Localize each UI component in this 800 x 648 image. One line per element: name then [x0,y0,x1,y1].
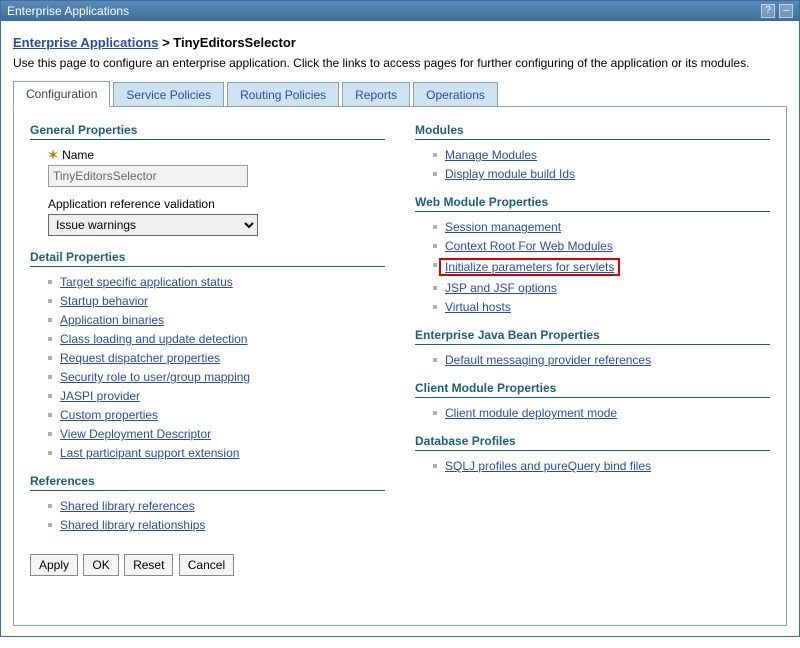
list-item: Startup behavior [48,294,385,308]
tab-routing-policies[interactable]: Routing Policies [227,82,339,107]
section-client-module-properties: Client Module Properties [415,381,770,398]
list-item: Context Root For Web Modules [433,239,770,253]
minimize-icon[interactable]: – [779,4,793,18]
list-item: Virtual hosts [433,300,770,314]
tab-reports[interactable]: Reports [342,82,410,107]
reset-button[interactable]: Reset [124,554,173,576]
button-row: Apply OK Reset Cancel [30,554,385,576]
web-module-properties-list: Session management Context Root For Web … [433,220,770,314]
list-item: JASPI provider [48,389,385,403]
link-jaspi-provider[interactable]: JASPI provider [60,389,140,403]
help-icon[interactable]: ? [761,4,775,18]
list-item: Class loading and update detection [48,332,385,346]
link-display-module-build-ids[interactable]: Display module build Ids [445,167,575,181]
list-item: Initialize parameters for servlets [433,258,770,276]
list-item: Last participant support extension [48,446,385,460]
link-startup-behavior[interactable]: Startup behavior [60,294,148,308]
link-request-dispatcher[interactable]: Request dispatcher properties [60,351,220,365]
detail-properties-list: Target specific application status Start… [48,275,385,460]
tab-bar: Configuration Service Policies Routing P… [13,80,787,106]
client-module-properties-list: Client module deployment mode [433,406,770,420]
link-shared-library-references[interactable]: Shared library references [60,499,195,513]
section-web-module-properties: Web Module Properties [415,195,770,212]
list-item: Shared library references [48,499,385,513]
validation-field-label: Application reference validation [48,197,385,211]
link-jsp-jsf-options[interactable]: JSP and JSF options [445,281,557,295]
name-input[interactable] [48,165,248,187]
page-description: Use this page to configure an enterprise… [13,56,787,70]
list-item: Session management [433,220,770,234]
section-general-properties: General Properties [30,123,385,140]
list-item: Display module build Ids [433,167,770,181]
breadcrumb-separator: > [162,35,170,50]
tab-configuration[interactable]: Configuration [13,81,110,107]
references-list: Shared library references Shared library… [48,499,385,532]
titlebar: Enterprise Applications ? – [1,1,799,21]
list-item: Application binaries [48,313,385,327]
highlighted-link-box: Initialize parameters for servlets [439,258,620,276]
tab-panel-configuration: General Properties ✶Name Application ref… [13,106,787,626]
list-item: Shared library relationships [48,518,385,532]
section-ejb-properties: Enterprise Java Bean Properties [415,328,770,345]
validation-select[interactable]: Issue warnings [48,214,258,236]
app-window: Enterprise Applications ? – Enterprise A… [0,0,800,637]
modules-list: Manage Modules Display module build Ids [433,148,770,181]
link-target-specific-status[interactable]: Target specific application status [60,275,233,289]
tab-operations[interactable]: Operations [413,82,498,107]
list-item: Client module deployment mode [433,406,770,420]
section-database-profiles: Database Profiles [415,434,770,451]
link-initialize-parameters-servlets[interactable]: Initialize parameters for servlets [445,260,614,274]
content-area: Enterprise Applications > TinyEditorsSel… [1,21,799,636]
name-field-label: ✶Name [48,148,385,162]
link-context-root[interactable]: Context Root For Web Modules [445,239,613,253]
window-title: Enterprise Applications [7,4,129,18]
ejb-properties-list: Default messaging provider references [433,353,770,367]
database-profiles-list: SQLJ profiles and pureQuery bind files [433,459,770,473]
link-custom-properties[interactable]: Custom properties [60,408,158,422]
list-item: JSP and JSF options [433,281,770,295]
link-last-participant-support[interactable]: Last participant support extension [60,446,239,460]
list-item: Security role to user/group mapping [48,370,385,384]
left-column: General Properties ✶Name Application ref… [30,123,385,576]
required-icon: ✶ [48,148,58,162]
list-item: Default messaging provider references [433,353,770,367]
list-item: Custom properties [48,408,385,422]
link-default-messaging-provider[interactable]: Default messaging provider references [445,353,651,367]
breadcrumb-current: TinyEditorsSelector [173,35,296,50]
titlebar-controls: ? – [761,4,793,18]
link-session-management[interactable]: Session management [445,220,561,234]
link-view-deployment-descriptor[interactable]: View Deployment Descriptor [60,427,211,441]
link-security-role-mapping[interactable]: Security role to user/group mapping [60,370,250,384]
right-column: Modules Manage Modules Display module bu… [415,123,770,576]
section-detail-properties: Detail Properties [30,250,385,267]
list-item: Target specific application status [48,275,385,289]
link-manage-modules[interactable]: Manage Modules [445,148,537,162]
link-virtual-hosts[interactable]: Virtual hosts [445,300,511,314]
breadcrumb-parent-link[interactable]: Enterprise Applications [13,35,158,50]
tab-service-policies[interactable]: Service Policies [113,82,224,107]
apply-button[interactable]: Apply [30,554,78,576]
list-item: Manage Modules [433,148,770,162]
cancel-button[interactable]: Cancel [179,554,234,576]
list-item: View Deployment Descriptor [48,427,385,441]
breadcrumb: Enterprise Applications > TinyEditorsSel… [13,35,787,50]
list-item: SQLJ profiles and pureQuery bind files [433,459,770,473]
list-item: Request dispatcher properties [48,351,385,365]
link-sqlj-profiles[interactable]: SQLJ profiles and pureQuery bind files [445,459,651,473]
section-references: References [30,474,385,491]
link-client-module-deployment-mode[interactable]: Client module deployment mode [445,406,617,420]
section-modules: Modules [415,123,770,140]
link-shared-library-relationships[interactable]: Shared library relationships [60,518,205,532]
ok-button[interactable]: OK [83,554,118,576]
link-class-loading[interactable]: Class loading and update detection [60,332,247,346]
link-application-binaries[interactable]: Application binaries [60,313,164,327]
